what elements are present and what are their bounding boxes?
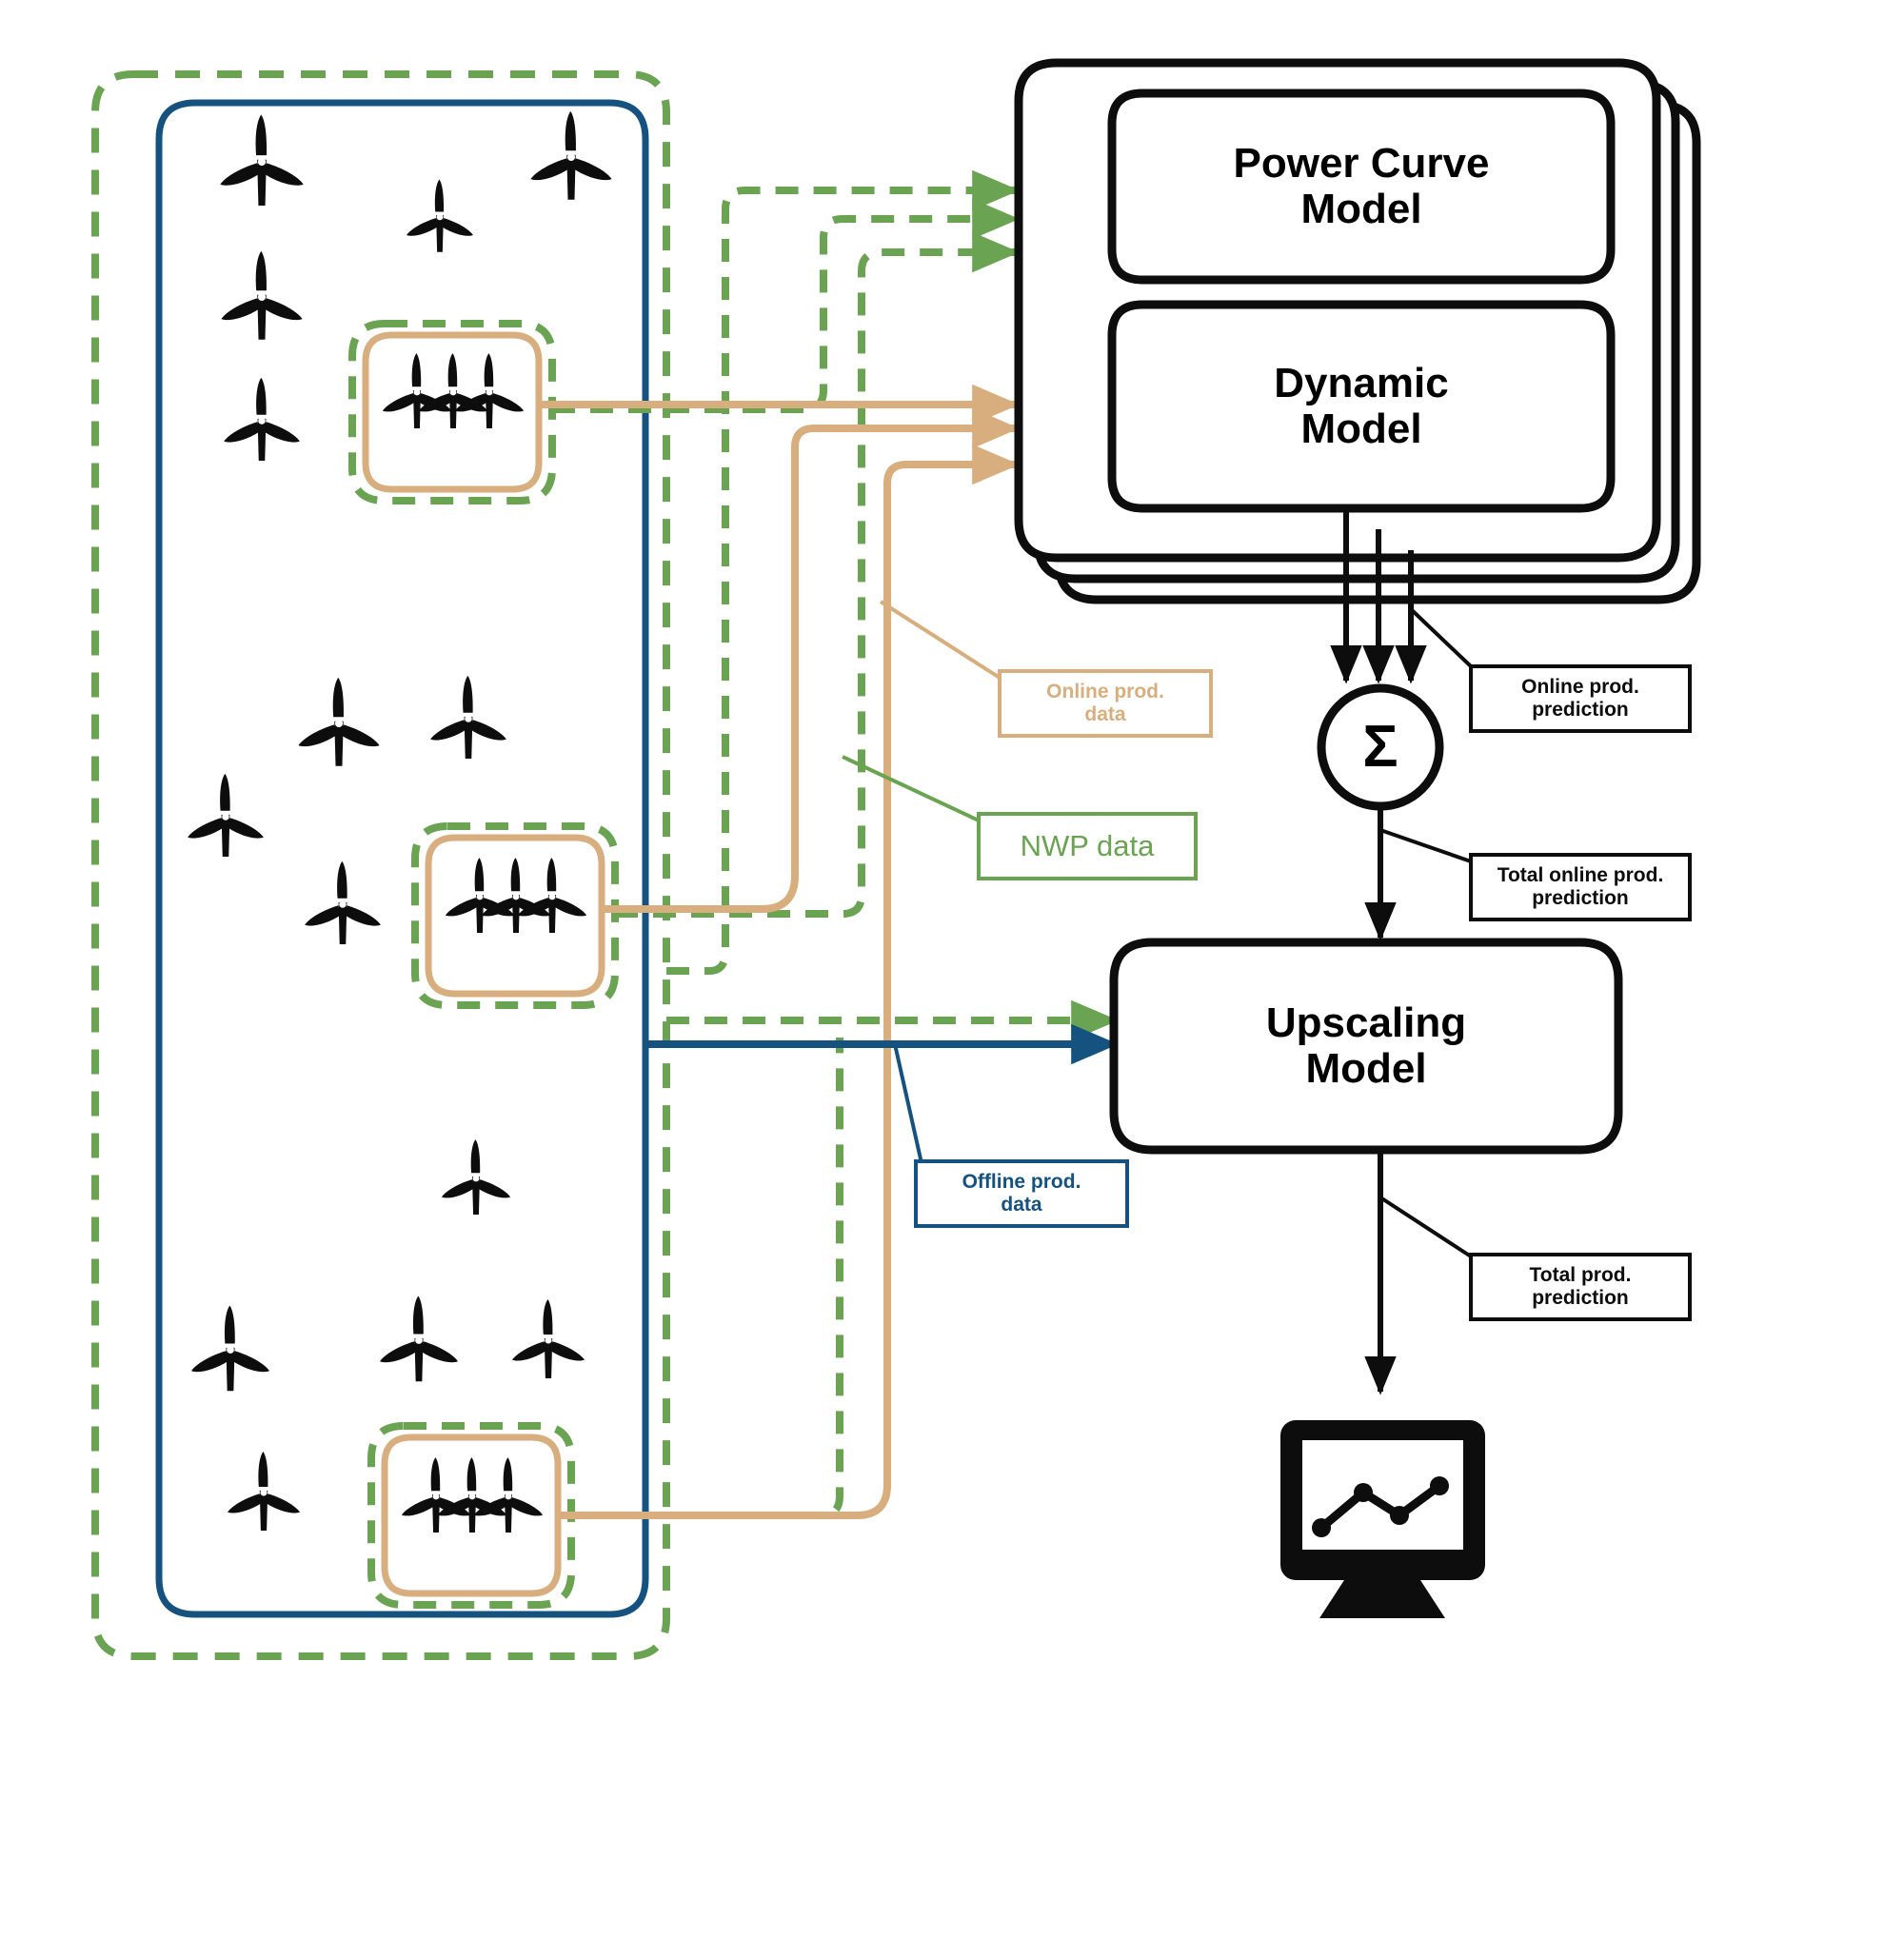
online-prod-prediction-label: Online prod. prediction: [1471, 666, 1690, 731]
wind-turbine-icon: [407, 179, 473, 252]
wind-turbine-icon: [382, 353, 452, 428]
power-curve-line2: Model: [1300, 186, 1422, 232]
nwp-data-label: NWP data: [979, 814, 1196, 879]
wind-turbine-icon: [379, 1295, 459, 1382]
total-online-prediction-arrow: [1364, 809, 1472, 941]
diagram-canvas: Power Curve Model Dynamic Model Upscalin…: [0, 0, 1904, 1958]
wind-turbine-icon: [298, 677, 380, 766]
offline-prod-data-line1: Offline prod.: [962, 1171, 1081, 1194]
wind-turbine-icon: [220, 114, 304, 206]
wind-turbine-icon: [188, 773, 264, 857]
summation-symbol: Σ: [1321, 688, 1439, 806]
power-curve-model-label: Power Curve Model: [1112, 93, 1611, 280]
dynamic-model-label: Dynamic Model: [1112, 305, 1611, 508]
wind-turbine-icon: [530, 110, 612, 200]
wind-turbine-icon: [305, 860, 381, 944]
nwp-data-text: NWP data: [1020, 828, 1155, 862]
wind-turbine-icon: [445, 858, 515, 933]
wind-turbine-icon: [481, 858, 551, 933]
total-online-prod-prediction-line2: prediction: [1532, 887, 1629, 909]
wind-turbine-icon: [190, 1305, 270, 1392]
upscaling-line1: Upscaling: [1265, 999, 1467, 1046]
wind-turbine-icon: [441, 1139, 511, 1215]
total-prediction-arrow: [1364, 1150, 1473, 1395]
total-prod-prediction-line1: Total prod.: [1529, 1264, 1632, 1287]
dynamic-line1: Dynamic: [1274, 359, 1449, 406]
offline-prod-data-label: Offline prod. data: [916, 1161, 1127, 1226]
legend-leader-lines: [842, 600, 1002, 1164]
offline-prod-data-line2: data: [1001, 1194, 1042, 1216]
online-prod-data-line2: data: [1084, 703, 1126, 725]
offline-prod-data-leader: [893, 1043, 923, 1164]
wind-turbine-icon: [512, 1299, 585, 1378]
wind-turbine-icon: [454, 353, 525, 428]
wind-turbine-icon: [224, 377, 300, 461]
total-online-prod-prediction-line1: Total online prod.: [1497, 864, 1664, 887]
online-prod-prediction-line2: prediction: [1532, 699, 1629, 721]
wind-turbine-icon: [401, 1457, 471, 1533]
upscaling-model-label: Upscaling Model: [1114, 942, 1618, 1150]
nwp-region-outline: [91, 70, 670, 1660]
wind-turbine-icon: [517, 858, 587, 933]
total-prod-prediction-line2: prediction: [1532, 1287, 1629, 1309]
online-prod-data-line1: Online prod.: [1046, 681, 1164, 703]
wind-turbine-icon: [221, 250, 303, 340]
online-prod-data-label: Online prod. data: [1000, 671, 1211, 736]
wind-turbine-icon: [437, 1457, 507, 1533]
online-prod-data-leader: [879, 600, 1002, 680]
wind-turbine-icon: [430, 675, 506, 759]
online-prod-prediction-line1: Online prod.: [1521, 676, 1639, 699]
wind-turbine-icon: [473, 1457, 544, 1533]
diagram-vector-layer: [91, 58, 1701, 1660]
total-online-prod-prediction-label: Total online prod. prediction: [1471, 855, 1690, 920]
monitor-chart-icon: [1280, 1420, 1485, 1618]
wind-turbine-icon: [228, 1452, 300, 1531]
total-prod-prediction-label: Total prod. prediction: [1471, 1255, 1690, 1319]
sigma-glyph: Σ: [1362, 713, 1398, 780]
dynamic-line2: Model: [1300, 405, 1422, 452]
wind-turbine-icon: [418, 353, 488, 428]
upscaling-line2: Model: [1305, 1045, 1427, 1092]
power-curve-line1: Power Curve: [1233, 139, 1490, 187]
